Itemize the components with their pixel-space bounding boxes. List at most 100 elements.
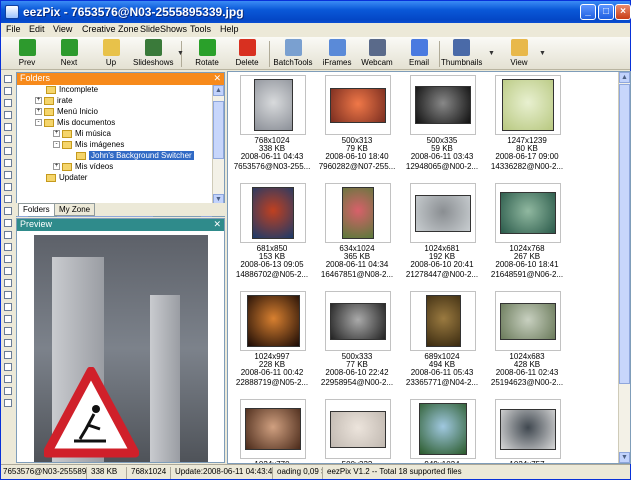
title-bar[interactable]: eezPix - 7653576@N03-2555895339.jpg _ □ … <box>1 1 631 23</box>
menu-edit[interactable]: Edit <box>29 24 45 34</box>
thumbnail-tile[interactable]: 1024x768 267 KB 2008-06-10 18:41 21648591@N… <box>489 182 565 279</box>
toolbar-prev-button[interactable]: Prev <box>7 39 47 69</box>
tree-item[interactable]: - Mis imágenes <box>53 140 124 151</box>
side-toggle-box[interactable] <box>4 387 12 395</box>
toolbar-iframes-button[interactable]: iFrames <box>317 39 357 69</box>
folders-panel: Folders ✕ Incomplete + irate + Menú Inicio - M… <box>16 72 225 217</box>
thumbnail-tile[interactable]: 1024x681 192 KB 2008-06-10 20:41 21278447@N… <box>404 182 480 279</box>
expand-icon[interactable]: + <box>35 97 42 105</box>
menu-creative-zone[interactable]: Creative Zone <box>82 24 139 34</box>
toolbar-thumbnails-button[interactable]: Thumbnails <box>441 39 482 69</box>
side-toggle-box[interactable] <box>4 159 12 167</box>
menu-view[interactable]: View <box>53 24 72 34</box>
toolbar-email-button[interactable]: Email <box>399 39 439 69</box>
thumb-scroll-up-icon[interactable]: ▲ <box>619 72 630 83</box>
thumbnail-tile[interactable]: 500x335 59 KB 2008-06-11 03:43 12948065@N00… <box>404 74 480 171</box>
slideshows-dropdown-icon[interactable]: ▼ <box>177 50 184 57</box>
tree-item[interactable]: Incomplete <box>35 85 98 96</box>
side-toggle-box[interactable] <box>4 219 12 227</box>
collapse-icon[interactable]: - <box>53 141 60 149</box>
expand-icon[interactable]: + <box>53 130 60 138</box>
tree-item[interactable]: John's Background Switcher <box>65 151 194 162</box>
side-toggle-box[interactable] <box>4 363 12 371</box>
thumbnail-tile[interactable]: 500x313 79 KB 2008-06-10 18:40 7960282@N07-… <box>319 74 395 171</box>
toolbar-next-button[interactable]: Next <box>49 39 89 69</box>
side-toggle-box[interactable] <box>4 339 12 347</box>
side-toggle-box[interactable] <box>4 279 12 287</box>
tab-folders[interactable]: Folders <box>18 203 55 216</box>
thumb-scroll-thumb[interactable] <box>619 84 630 384</box>
menu-slideshows[interactable]: SlideShows <box>140 24 187 34</box>
folders-close-icon[interactable]: ✕ <box>213 73 221 84</box>
toolbar-delete-button[interactable]: Delete <box>227 39 267 69</box>
side-toggle-box[interactable] <box>4 267 12 275</box>
side-toggle-box[interactable] <box>4 375 12 383</box>
side-toggle-box[interactable] <box>4 291 12 299</box>
thumb-scroll-down-icon[interactable]: ▼ <box>619 452 630 463</box>
menu-help[interactable]: Help <box>220 24 239 34</box>
tree-item[interactable]: + Mi música <box>53 129 111 140</box>
thumbnail-tile[interactable]: 1024x757 <box>489 398 565 463</box>
thumbnails-dropdown-icon[interactable]: ▼ <box>488 50 495 57</box>
toolbar-rotate-button[interactable]: Rotate <box>187 39 227 69</box>
tree-item[interactable]: + Menú Inicio <box>35 107 98 118</box>
tree-item[interactable]: + Mis vídeos <box>53 162 113 173</box>
tree-item[interactable]: Updater <box>35 173 87 184</box>
toolbar-batchtools-button[interactable]: BatchTools <box>273 39 313 69</box>
view-dropdown-icon[interactable]: ▼ <box>539 50 546 57</box>
toolbar-up-button[interactable]: Up <box>91 39 131 69</box>
tree-item[interactable]: + irate <box>35 96 73 107</box>
side-toggle-box[interactable] <box>4 87 12 95</box>
thumbnail-tile[interactable]: 500x333 <box>319 398 395 463</box>
toolbar-webcam-button[interactable]: Webcam <box>357 39 397 69</box>
side-toggle-box[interactable] <box>4 147 12 155</box>
side-toggle-box[interactable] <box>4 111 12 119</box>
side-toggle-box[interactable] <box>4 123 12 131</box>
thumbnail-tile[interactable]: 1247x1239 80 KB 2008-06-17 09:00 14336282@N… <box>489 74 565 171</box>
close-button[interactable]: × <box>615 4 631 20</box>
side-toggle-box[interactable] <box>4 243 12 251</box>
thumbnail-tile[interactable]: 689x1024 494 KB 2008-06-11 05:43 23365771@N… <box>404 290 480 387</box>
thumbnail-tile[interactable]: 681x850 153 KB 2008-06-13 09:05 14886702@N0… <box>234 182 310 279</box>
expand-icon[interactable]: + <box>53 163 60 171</box>
webcam-icon <box>368 39 386 56</box>
thumbnail-filename: 7653576@N03-255... <box>233 162 311 171</box>
menu-file[interactable]: File <box>6 24 21 34</box>
side-toggle-box[interactable] <box>4 231 12 239</box>
side-toggle-box[interactable] <box>4 183 12 191</box>
side-toggle-box[interactable] <box>4 327 12 335</box>
menu-tools[interactable]: Tools <box>190 24 211 34</box>
side-toggle-box[interactable] <box>4 75 12 83</box>
thumbnail-scrollbar[interactable]: ▲ ▼ <box>618 72 630 463</box>
thumbnail-tile[interactable]: 1024x770 <box>234 398 310 463</box>
side-toggle-box[interactable] <box>4 351 12 359</box>
toolbar-label: Up <box>105 58 117 67</box>
side-toggle-box[interactable] <box>4 315 12 323</box>
side-toggle-box[interactable] <box>4 171 12 179</box>
side-toggle-box[interactable] <box>4 99 12 107</box>
side-toggle-box[interactable] <box>4 303 12 311</box>
tree-item[interactable]: - Mis documentos <box>35 118 115 129</box>
side-toggle-box[interactable] <box>4 207 12 215</box>
tree-vertical-scrollbar[interactable]: ▲ ▼ <box>212 85 224 205</box>
thumbnail-tile[interactable]: 768x1024 338 KB 2008-06-11 04:43 7653576@N0… <box>234 74 310 171</box>
side-toggle-box[interactable] <box>4 255 12 263</box>
thumbnail-tile[interactable]: 1024x683 428 KB 2008-06-11 02:43 25194623@N… <box>489 290 565 387</box>
side-toggle-box[interactable] <box>4 135 12 143</box>
thumbnail-tile[interactable]: 634x1024 365 KB 2008-06-11 04:34 16467851@N… <box>319 182 395 279</box>
preview-close-icon[interactable]: ✕ <box>213 219 221 230</box>
maximize-button[interactable]: □ <box>598 4 614 20</box>
side-toggle-box[interactable] <box>4 399 12 407</box>
collapse-icon[interactable]: - <box>35 119 42 127</box>
thumbnail-tile[interactable]: 500x333 77 KB 2008-06-10 22:42 22958954@N00… <box>319 290 395 387</box>
tab-my-zone[interactable]: My Zone <box>54 203 96 216</box>
expand-icon[interactable]: + <box>35 108 42 116</box>
side-toggle-box[interactable] <box>4 195 12 203</box>
scroll-up-icon[interactable]: ▲ <box>213 85 224 96</box>
toolbar-slideshows-button[interactable]: Slideshows <box>133 39 173 69</box>
thumbnail-tile[interactable]: 1024x997 228 KB 2008-06-11 00:42 22888719@N… <box>234 290 310 387</box>
toolbar-view-button[interactable]: View <box>499 39 539 69</box>
minimize-button[interactable]: _ <box>580 4 596 20</box>
scroll-thumb[interactable] <box>213 101 224 159</box>
thumbnail-tile[interactable]: 949x1024 <box>404 398 480 463</box>
